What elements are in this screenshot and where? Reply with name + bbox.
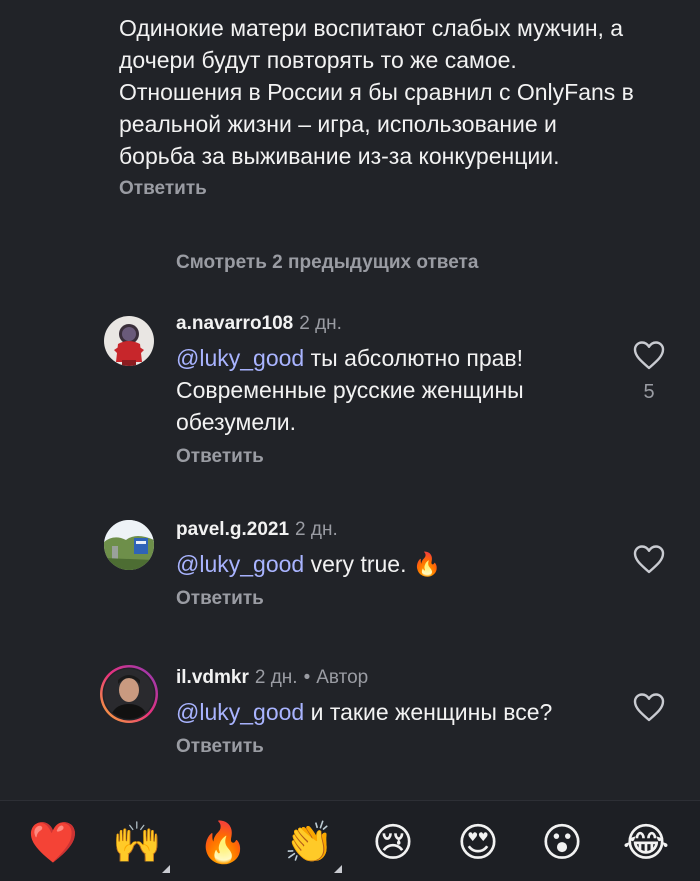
person-avatar[interactable] (99, 664, 159, 724)
astronaut-avatar[interactable] (104, 316, 154, 366)
like-count: 5 (643, 381, 655, 403)
crying-face-emoji-button[interactable]: 😢 (369, 819, 417, 867)
timestamp: 2 дн. (295, 519, 338, 540)
like-button[interactable] (632, 692, 666, 727)
like-button[interactable] (632, 544, 666, 579)
heart-outline-icon (633, 341, 665, 370)
heart-eyes-emoji-button[interactable]: 😍 (454, 819, 502, 867)
parent-comment: Одинокие матери воспитают слабых мужчин,… (119, 12, 639, 200)
landscape-avatar[interactable] (104, 520, 154, 570)
parent-reply-button[interactable]: Ответить (119, 178, 639, 200)
raising-hands-emoji-button[interactable]: 🙌 (112, 819, 170, 873)
view-previous-replies-button[interactable]: Смотреть 2 предыдущих ответа (176, 252, 478, 274)
username[interactable]: a.navarro108 (176, 313, 293, 334)
separator-dot: • (303, 667, 311, 688)
comment-meta: pavel.g.2021 2 дн. (176, 518, 616, 542)
comment-meta: a.navarro108 2 дн. (176, 312, 616, 336)
mention-link[interactable]: @luky_good (176, 551, 304, 577)
mention-link[interactable]: @luky_good (176, 345, 304, 371)
timestamp: 2 дн. (299, 313, 342, 334)
timestamp: 2 дн. (254, 667, 298, 688)
parent-comment-text: Одинокие матери воспитают слабых мужчин,… (119, 15, 634, 169)
surprised-face-emoji-button[interactable]: 😮 (538, 819, 586, 867)
skin-tone-indicator-icon (162, 865, 170, 873)
heart-outline-icon (633, 545, 665, 574)
heart-outline-icon (633, 693, 665, 722)
comment-text: @luky_good ты абсолютно прав! Современны… (176, 342, 616, 438)
reply-button[interactable]: Ответить (176, 446, 616, 468)
skin-tone-indicator-icon (334, 865, 342, 873)
comment-text: @luky_good very true. 🔥 (176, 548, 616, 580)
fire-emoji-button[interactable]: 🔥 (198, 819, 248, 867)
comment-text: @luky_good и такие женщины все? (176, 696, 616, 728)
username[interactable]: il.vdmkr (176, 667, 249, 688)
raising-hands-emoji: 🙌 (112, 821, 162, 865)
comment-body: и такие женщины все? (304, 699, 553, 725)
mention-link[interactable]: @luky_good (176, 699, 304, 725)
clapping-hands-emoji-button[interactable]: 👏 (284, 819, 342, 873)
comment-body: very true. 🔥 (304, 551, 442, 577)
username[interactable]: pavel.g.2021 (176, 519, 289, 540)
emoji-reaction-bar: ❤️ 🙌 🔥 👏 😢 😍 😮 😂 (0, 800, 700, 881)
comment-meta: il.vdmkr 2 дн. • Автор (176, 666, 616, 690)
like-button[interactable]: 5 (632, 340, 666, 404)
reply-button[interactable]: Ответить (176, 736, 616, 758)
tears-of-joy-emoji-button[interactable]: 😂 (622, 819, 670, 867)
comments-screen: Одинокие матери воспитают слабых мужчин,… (0, 0, 700, 881)
author-badge: Автор (316, 667, 369, 688)
red-heart-emoji-button[interactable]: ❤️ (28, 819, 78, 867)
reply-button[interactable]: Ответить (176, 588, 616, 610)
clapping-hands-emoji: 👏 (284, 821, 334, 865)
